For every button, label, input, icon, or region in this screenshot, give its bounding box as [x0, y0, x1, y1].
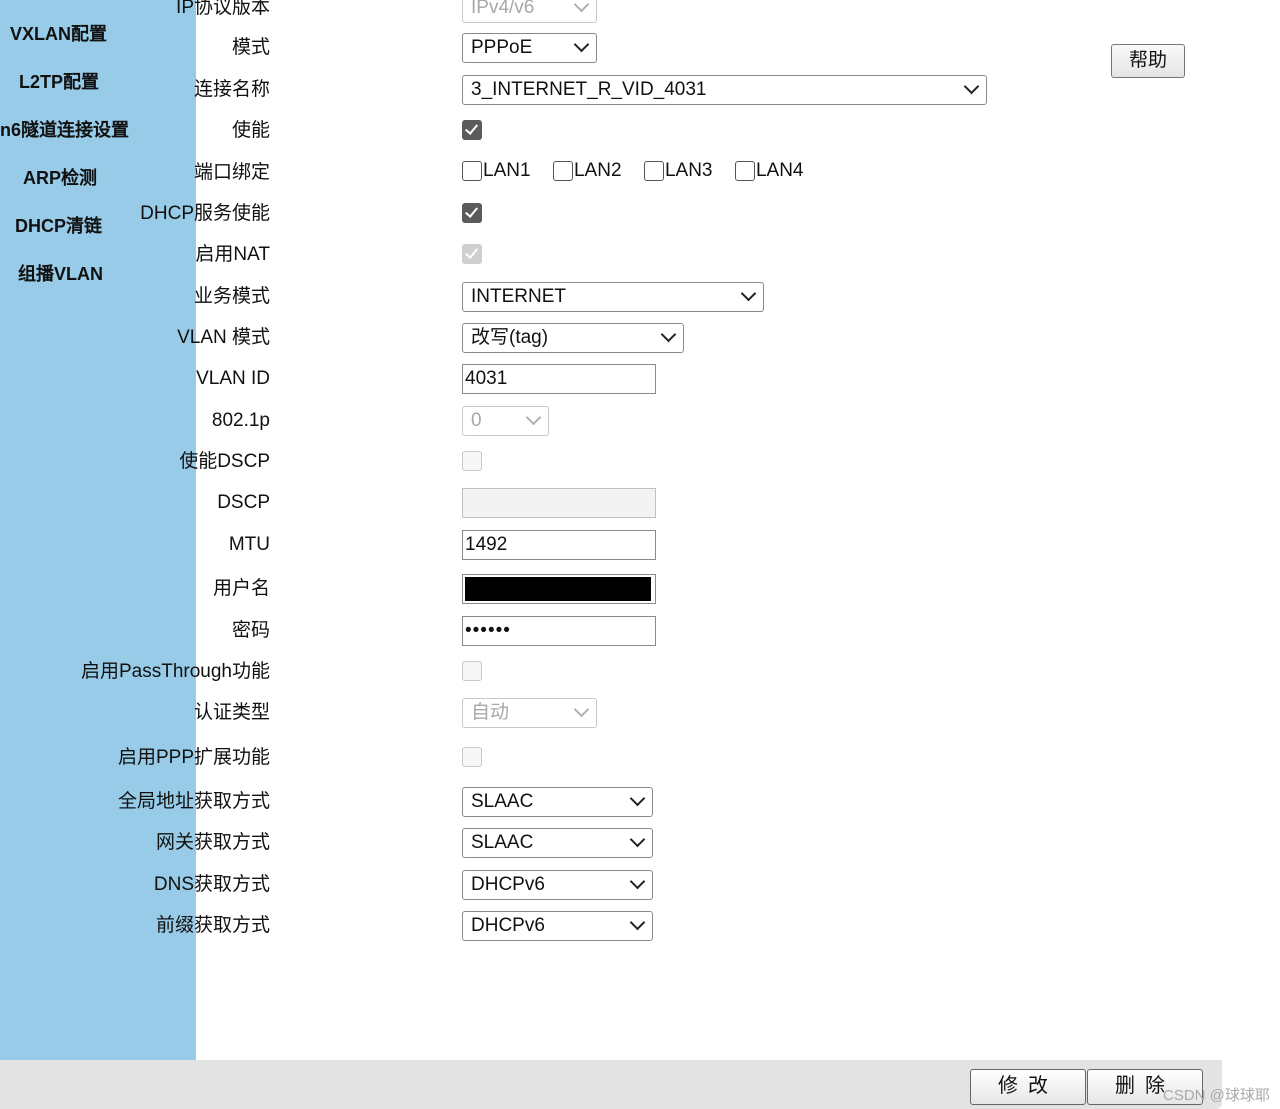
chevron-down-icon	[629, 790, 646, 807]
lan1-option[interactable]: LAN1	[462, 160, 531, 182]
mtu-input[interactable]: 1492	[462, 530, 656, 560]
passthrough-label: 启用PassThrough功能	[80, 661, 270, 682]
ppp-ext-label: 启用PPP扩展功能	[117, 747, 270, 768]
row-mtu: MTU 1492	[0, 529, 1100, 561]
chevron-down-icon	[629, 831, 646, 848]
auth-type-select: 自动	[462, 698, 597, 728]
connection-name-label: 连接名称	[193, 79, 270, 100]
row-enable-dscp: 使能DSCP	[0, 446, 1100, 478]
dscp-label: DSCP	[217, 492, 270, 513]
watermark: CSDN @球球耶	[1163, 1087, 1270, 1104]
row-password: 密码 ••••••	[0, 615, 1100, 647]
row-dscp: DSCP	[0, 487, 1100, 519]
dscp-input	[462, 488, 656, 518]
dhcp-service-label: DHCP服务使能	[140, 203, 270, 224]
enable-dscp-checkbox	[462, 451, 482, 471]
enable-checkbox[interactable]	[462, 120, 482, 140]
mtu-label: MTU	[228, 534, 270, 555]
chevron-down-icon	[740, 285, 757, 302]
mode-label: 模式	[231, 37, 270, 58]
lan4-checkbox[interactable]	[734, 161, 755, 181]
nat-checkbox	[462, 244, 482, 264]
vlan-id-label: VLAN ID	[196, 368, 270, 389]
row-mode: 模式 PPPoE	[0, 32, 1100, 64]
chevron-down-icon	[660, 326, 677, 343]
enable-dscp-label: 使能DSCP	[179, 451, 270, 472]
gateway-select[interactable]: SLAAC	[462, 828, 653, 858]
chevron-down-icon	[525, 409, 542, 426]
password-label: 密码	[231, 620, 270, 641]
prefix-select[interactable]: DHCPv6	[462, 911, 653, 941]
row-gateway: 网关获取方式 SLAAC	[0, 827, 1100, 859]
global-addr-select[interactable]: SLAAC	[462, 787, 653, 817]
lan2-option[interactable]: LAN2	[552, 160, 622, 182]
row-username: 用户名	[0, 573, 1100, 605]
row-nat: 启用NAT	[0, 239, 1100, 271]
password-input[interactable]: ••••••	[462, 616, 656, 646]
row-vlan-mode: VLAN 模式 改写(tag)	[0, 322, 1100, 354]
username-input[interactable]	[462, 574, 656, 604]
lan4-option[interactable]: LAN4	[734, 160, 803, 182]
row-prefix: 前缀获取方式 DHCPv6	[0, 910, 1100, 942]
wan-config-form: IP协议版本 IPv4/v6 模式 PPPoE 连接名称 3_INTERNET_…	[0, 0, 1280, 1060]
chevron-down-icon	[573, 701, 590, 718]
8021p-label: 802.1p	[211, 410, 270, 431]
lan2-checkbox[interactable]	[552, 161, 573, 181]
row-connection-name: 连接名称 3_INTERNET_R_VID_4031	[0, 74, 1100, 106]
lan3-option[interactable]: LAN3	[643, 160, 713, 182]
row-vlan-id: VLAN ID 4031	[0, 363, 1100, 395]
row-8021p: 802.1p 0	[0, 405, 1100, 437]
modify-button[interactable]: 修改	[970, 1069, 1086, 1105]
dns-select[interactable]: DHCPv6	[462, 870, 653, 900]
row-ip-version: IP协议版本 IPv4/v6	[0, 0, 1100, 24]
lan1-checkbox[interactable]	[462, 161, 482, 181]
vlan-mode-select[interactable]: 改写(tag)	[462, 323, 684, 353]
row-ppp-ext: 启用PPP扩展功能	[0, 742, 1100, 774]
row-global-addr: 全局地址获取方式 SLAAC	[0, 786, 1100, 818]
global-addr-label: 全局地址获取方式	[117, 791, 270, 812]
lan3-checkbox[interactable]	[643, 161, 664, 181]
nat-label: 启用NAT	[195, 244, 270, 265]
ppp-ext-checkbox	[462, 747, 482, 767]
prefix-label: 前缀获取方式	[155, 915, 270, 936]
dns-label: DNS获取方式	[153, 874, 270, 895]
row-dns: DNS获取方式 DHCPv6	[0, 869, 1100, 901]
row-port-binding: 端口绑定 LAN1 LAN2 LAN3 LAN4	[0, 157, 1100, 189]
connection-name-select[interactable]: 3_INTERNET_R_VID_4031	[462, 75, 987, 105]
vlan-mode-label: VLAN 模式	[177, 327, 270, 348]
ip-version-label: IP协议版本	[176, 0, 270, 18]
username-label: 用户名	[212, 578, 270, 599]
mode-select[interactable]: PPPoE	[462, 33, 597, 63]
row-enable: 使能	[0, 115, 1100, 147]
chevron-down-icon	[573, 36, 590, 53]
enable-label: 使能	[231, 120, 270, 141]
port-binding-label: 端口绑定	[193, 162, 270, 183]
auth-type-label: 认证类型	[193, 702, 270, 723]
chevron-down-icon	[963, 78, 980, 95]
vlan-id-input[interactable]: 4031	[462, 364, 656, 394]
service-mode-select[interactable]: INTERNET	[462, 282, 764, 312]
row-auth-type: 认证类型 自动	[0, 697, 1100, 729]
passthrough-checkbox	[462, 661, 482, 681]
row-passthrough: 启用PassThrough功能	[0, 656, 1100, 688]
dhcp-service-checkbox[interactable]	[462, 203, 482, 223]
chevron-down-icon	[629, 914, 646, 931]
ip-version-select: IPv4/v6	[462, 0, 597, 23]
chevron-down-icon	[629, 873, 646, 890]
8021p-select: 0	[462, 406, 549, 436]
row-dhcp-service: DHCP服务使能	[0, 198, 1100, 230]
gateway-label: 网关获取方式	[155, 832, 270, 853]
row-service-mode: 业务模式 INTERNET	[0, 281, 1100, 313]
redacted-username	[465, 577, 651, 601]
chevron-down-icon	[573, 0, 590, 13]
service-mode-label: 业务模式	[193, 286, 270, 307]
